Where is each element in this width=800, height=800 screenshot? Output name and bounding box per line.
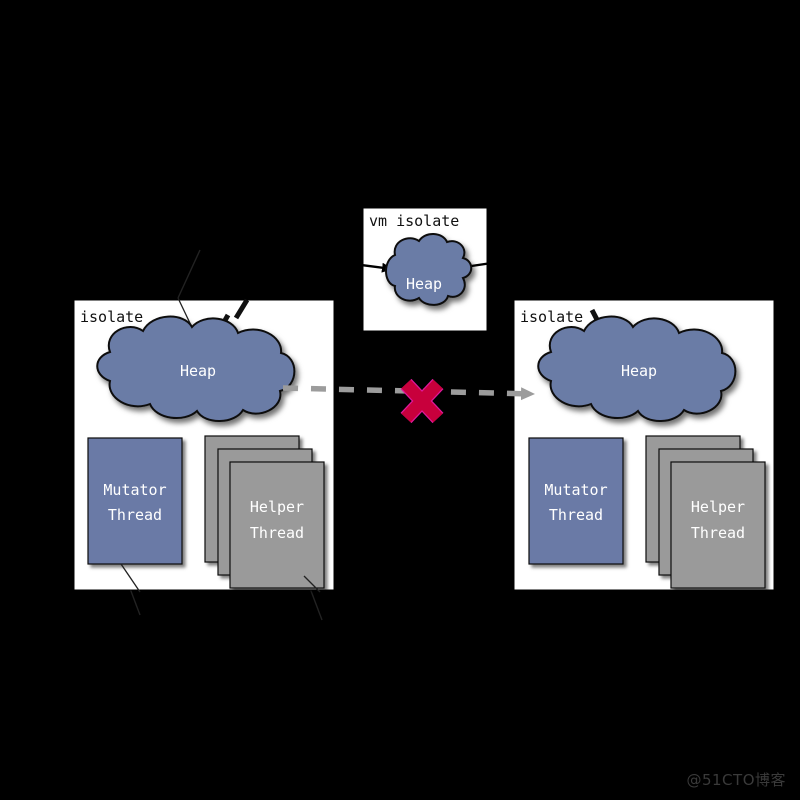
right-mutator-thread-box[interactable] xyxy=(528,437,624,565)
left-helper-thread-label-line1: Helper xyxy=(250,498,304,516)
right-mutator-thread-label-line1: Mutator xyxy=(544,481,607,499)
panel-isolate-right[interactable]: isolate Heap Helper Thread Mutator Threa… xyxy=(513,299,775,591)
left-heap-label: Heap xyxy=(180,362,216,380)
vm-isolate-panel-label: vm isolate xyxy=(369,212,459,230)
left-helper-thread-label-line2: Thread xyxy=(250,524,304,542)
left-mutator-thread-label-line1: Mutator xyxy=(103,481,166,499)
left-mutator-thread-box[interactable] xyxy=(87,437,183,565)
right-helper-thread-label-line2: Thread xyxy=(691,524,745,542)
left-isolate-panel-label: isolate xyxy=(80,308,143,326)
right-helper-thread-label-line1: Helper xyxy=(691,498,745,516)
left-helper-thread-stack[interactable]: Helper Thread xyxy=(204,435,325,589)
right-helper-thread-stack[interactable]: Helper Thread xyxy=(645,435,766,589)
watermark: @51CTO博客 xyxy=(686,771,786,789)
panel-vm-isolate[interactable]: vm isolate Heap xyxy=(337,207,513,332)
panel-isolate-left[interactable]: isolate Heap Helper Thread Mutator Threa… xyxy=(73,297,335,593)
left-mutator-thread[interactable]: Mutator Thread xyxy=(87,437,183,565)
right-mutator-thread-label-line2: Thread xyxy=(549,506,603,524)
diagram-canvas: vm isolate Heap isolate Heap Helper Thre… xyxy=(0,0,800,800)
isolate-architecture-diagram: vm isolate Heap isolate Heap Helper Thre… xyxy=(0,0,800,800)
vm-heap-cloud-shape xyxy=(385,233,473,306)
right-mutator-thread[interactable]: Mutator Thread xyxy=(528,437,624,565)
vm-isolate-heap[interactable] xyxy=(385,233,473,306)
right-heap-label: Heap xyxy=(621,362,657,380)
left-mutator-thread-label-line2: Thread xyxy=(108,506,162,524)
right-isolate-panel-label: isolate xyxy=(520,308,583,326)
vm-heap-label: Heap xyxy=(406,275,442,293)
